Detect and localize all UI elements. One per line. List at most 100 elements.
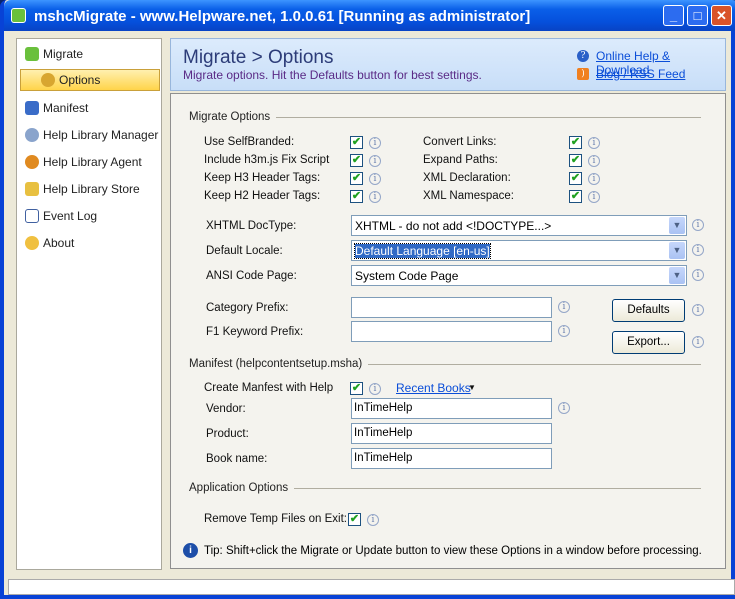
- recent-books-link[interactable]: Recent Books: [396, 381, 471, 395]
- help-gear-icon: [25, 128, 39, 142]
- keep-h3-checkbox[interactable]: ✔: [350, 172, 363, 185]
- vendor-label: Vendor:: [206, 403, 246, 415]
- tip: i Tip: Shift+click the Migrate or Update …: [183, 543, 702, 558]
- sidebar: Migrate Options Manifest Help Library Ma…: [16, 38, 162, 570]
- app-icon: [11, 8, 26, 23]
- close-button[interactable]: ✕: [711, 5, 732, 26]
- info-icon[interactable]: i: [588, 155, 600, 167]
- export-button[interactable]: Export...: [612, 331, 685, 354]
- product-input[interactable]: InTimeHelp: [351, 423, 552, 444]
- category-prefix-input[interactable]: [351, 297, 552, 318]
- sidebar-item-event-log[interactable]: Event Log: [25, 205, 97, 227]
- sidebar-item-label: Help Library Manager: [43, 128, 159, 142]
- manifest-icon: [25, 101, 39, 115]
- sidebar-item-options[interactable]: Options: [20, 69, 160, 91]
- expand-paths-label: Expand Paths:: [423, 154, 498, 166]
- sidebar-item-about[interactable]: About: [25, 232, 74, 254]
- xhtml-doctype-select[interactable]: XHTML - do not add <!DOCTYPE...> ▼: [351, 215, 687, 236]
- info-icon[interactable]: i: [558, 301, 570, 313]
- xml-declaration-label: XML Declaration:: [423, 172, 511, 184]
- product-label: Product:: [206, 428, 249, 440]
- info-icon[interactable]: i: [692, 269, 704, 281]
- sidebar-item-manifest[interactable]: Manifest: [25, 97, 88, 119]
- expand-paths-checkbox[interactable]: ✔: [569, 154, 582, 167]
- info-icon[interactable]: i: [369, 173, 381, 185]
- rss-icon: ): [577, 68, 589, 80]
- migrate-options-heading: Migrate Options: [189, 111, 701, 123]
- info-icon[interactable]: i: [588, 137, 600, 149]
- create-manifest-label: Create Manfest with Help: [204, 382, 334, 394]
- page-header: Migrate > Options Migrate options. Hit t…: [170, 38, 726, 91]
- info-icon[interactable]: i: [692, 219, 704, 231]
- info-icon[interactable]: i: [369, 155, 381, 167]
- remove-temp-files-checkbox[interactable]: ✔: [348, 513, 361, 526]
- title-bar: mshcMigrate - www.Helpware.net, 1.0.0.61…: [4, 0, 735, 31]
- include-h3m-label: Include h3m.js Fix Script: [204, 154, 330, 166]
- help-icon: ?: [577, 50, 589, 62]
- maximize-button[interactable]: □: [687, 5, 708, 26]
- ansi-code-page-label: ANSI Code Page:: [206, 270, 297, 282]
- chevron-down-icon[interactable]: ▼: [669, 267, 685, 284]
- defaults-button[interactable]: Defaults: [612, 299, 685, 322]
- f1-keyword-prefix-input[interactable]: [351, 321, 552, 342]
- main-window: mshcMigrate - www.Helpware.net, 1.0.0.61…: [0, 0, 735, 599]
- blog-rss-link[interactable]: Blog / RSS Feed: [596, 67, 685, 81]
- window-title: mshcMigrate - www.Helpware.net, 1.0.0.61…: [34, 8, 531, 25]
- remove-temp-files-label: Remove Temp Files on Exit:: [204, 513, 347, 525]
- convert-links-label: Convert Links:: [423, 136, 497, 148]
- info-icon: i: [183, 543, 198, 558]
- include-h3m-checkbox[interactable]: ✔: [350, 154, 363, 167]
- xml-namespace-label: XML Namespace:: [423, 190, 514, 202]
- dropdown-arrow-icon[interactable]: ▼: [468, 383, 476, 392]
- chevron-down-icon[interactable]: ▼: [669, 242, 685, 259]
- info-icon[interactable]: i: [367, 514, 379, 526]
- keep-h2-checkbox[interactable]: ✔: [350, 190, 363, 203]
- sidebar-item-label: Manifest: [43, 101, 89, 115]
- chevron-down-icon[interactable]: ▼: [669, 217, 685, 234]
- use-selfbranded-label: Use SelfBranded:: [204, 136, 295, 148]
- xml-declaration-checkbox[interactable]: ✔: [569, 172, 582, 185]
- convert-links-checkbox[interactable]: ✔: [569, 136, 582, 149]
- sidebar-item-label: Help Library Store: [43, 182, 140, 196]
- gear-icon: [41, 73, 55, 87]
- magnifier-icon: [25, 182, 39, 196]
- keep-h3-label: Keep H3 Header Tags:: [204, 172, 321, 184]
- category-prefix-label: Category Prefix:: [206, 302, 289, 314]
- create-manifest-checkbox[interactable]: ✔: [350, 382, 363, 395]
- help-agent-icon: [25, 155, 39, 169]
- sidebar-item-help-library-agent[interactable]: Help Library Agent: [25, 151, 142, 173]
- medal-icon: [25, 236, 39, 250]
- status-bar: [8, 579, 735, 595]
- info-icon[interactable]: i: [588, 191, 600, 203]
- info-icon[interactable]: i: [558, 402, 570, 414]
- sidebar-item-help-library-store[interactable]: Help Library Store: [25, 178, 140, 200]
- sidebar-item-label: Options: [59, 73, 101, 87]
- info-icon[interactable]: i: [692, 336, 704, 348]
- minimize-button[interactable]: _: [663, 5, 684, 26]
- default-locale-select[interactable]: Default Language [en-us] ▼: [351, 240, 687, 261]
- use-selfbranded-checkbox[interactable]: ✔: [350, 136, 363, 149]
- page-title: Migrate > Options: [183, 47, 334, 68]
- document-icon: [25, 209, 39, 223]
- default-locale-label: Default Locale:: [206, 245, 283, 257]
- page-subtitle: Migrate options. Hit the Defaults button…: [183, 68, 482, 82]
- manifest-heading: Manifest (helpcontentsetup.msha): [189, 358, 701, 370]
- xml-namespace-checkbox[interactable]: ✔: [569, 190, 582, 203]
- info-icon[interactable]: i: [692, 244, 704, 256]
- sidebar-item-label: Event Log: [43, 209, 98, 223]
- sidebar-item-label: About: [43, 236, 75, 250]
- info-icon[interactable]: i: [369, 191, 381, 203]
- sidebar-item-help-library-manager[interactable]: Help Library Manager: [25, 124, 158, 146]
- info-icon[interactable]: i: [558, 325, 570, 337]
- vendor-input[interactable]: InTimeHelp: [351, 398, 552, 419]
- keep-h2-label: Keep H2 Header Tags:: [204, 190, 321, 202]
- info-icon[interactable]: i: [369, 383, 381, 395]
- migrate-arrow-icon: [25, 47, 39, 61]
- info-icon[interactable]: i: [588, 173, 600, 185]
- info-icon[interactable]: i: [692, 304, 704, 316]
- xhtml-doctype-label: XHTML DocType:: [206, 220, 297, 232]
- ansi-code-page-select[interactable]: System Code Page ▼: [351, 265, 687, 286]
- info-icon[interactable]: i: [369, 137, 381, 149]
- sidebar-item-migrate[interactable]: Migrate: [25, 43, 83, 65]
- book-name-input[interactable]: InTimeHelp: [351, 448, 552, 469]
